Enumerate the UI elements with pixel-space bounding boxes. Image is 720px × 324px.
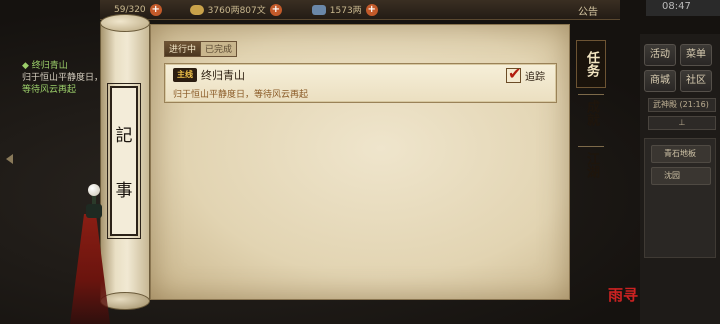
tab-completed[interactable]: 已完成 [201, 41, 238, 57]
event-timer: 武神殿 (21:16) [648, 98, 716, 112]
silver-icon [189, 4, 204, 15]
resource-silver-value: 3760两807文 [207, 6, 266, 16]
quest-status-tabs: 进行中 已完成 [164, 41, 238, 57]
collapse-arrow-icon[interactable] [6, 154, 13, 164]
tool-bar[interactable]: ⊥ [648, 116, 716, 130]
roll-top-cap [100, 14, 150, 32]
tab-tasks[interactable]: 任务 [576, 40, 606, 88]
tab-achievements-label: 成就 [584, 100, 599, 126]
menu-button[interactable]: 菜单 [680, 44, 712, 66]
shop-button[interactable]: 商城 [644, 70, 676, 92]
tab-jianghu[interactable]: 江湖 [576, 152, 606, 178]
gold-icon [311, 4, 326, 15]
community-button[interactable]: 社区 [680, 70, 712, 92]
logo-seal: 雨寻 [608, 286, 639, 304]
activity-button[interactable]: 活动 [644, 44, 676, 66]
track-label: 追踪 [525, 72, 545, 83]
quest-description: 归于恒山平静度日，等待风云再起 [173, 90, 309, 100]
tab-divider [578, 94, 604, 95]
tassel-bead [88, 184, 100, 196]
resource-gold-value: 1573两 [329, 6, 362, 16]
location-item[interactable]: 沈园 [651, 167, 711, 185]
scroll-title-char-2: 事 [115, 181, 133, 201]
scroll-title-char-1: 記 [115, 126, 133, 146]
track-checkbox[interactable]: ✔ [506, 64, 521, 83]
location-list: 青石地板 沈园 [644, 138, 716, 258]
scroll-roll: 記 事 [96, 14, 156, 310]
add-silver-button[interactable]: + [269, 3, 282, 16]
checkmark-icon: ✔ [508, 64, 522, 83]
resource-gold: 1573两 + [311, 3, 378, 16]
main-quest-badge: 主线 [173, 68, 197, 82]
tracker-line-2: 等待风云再起 [22, 85, 77, 95]
tab-achievements[interactable]: 成就 [576, 100, 606, 126]
location-item[interactable]: 青石地板 [651, 145, 711, 163]
tab-jianghu-label: 江湖 [584, 152, 599, 178]
quest-entry[interactable]: 主线 终归青山 归于恒山平静度日，等待风云再起 ✔ 追踪 [164, 63, 557, 103]
clock: 08:47 [646, 0, 720, 16]
tassel-knot [86, 204, 102, 218]
resource-bar: 59/320 + 3760两807文 + 1573两 + [100, 0, 620, 20]
quest-tracker[interactable]: ◆ 终归青山 归于恒山平静度日， 等待风云再起 [22, 60, 102, 96]
tab-divider [578, 146, 604, 147]
tracker-title: ◆ 终归青山 [22, 61, 68, 71]
tab-in-progress[interactable]: 进行中 [164, 41, 202, 57]
quest-name: 终归青山 [201, 69, 245, 82]
announcement-button[interactable]: 公告 [578, 3, 598, 18]
tab-tasks-label: 任务 [584, 51, 599, 77]
scroll-title-label: 記 事 [107, 83, 141, 239]
resource-silver: 3760两807文 + [189, 3, 282, 16]
add-gold-button[interactable]: + [365, 3, 378, 16]
resource-energy-value: 59/320 [114, 4, 146, 15]
tracker-line-1: 归于恒山平静度日， [22, 73, 102, 83]
